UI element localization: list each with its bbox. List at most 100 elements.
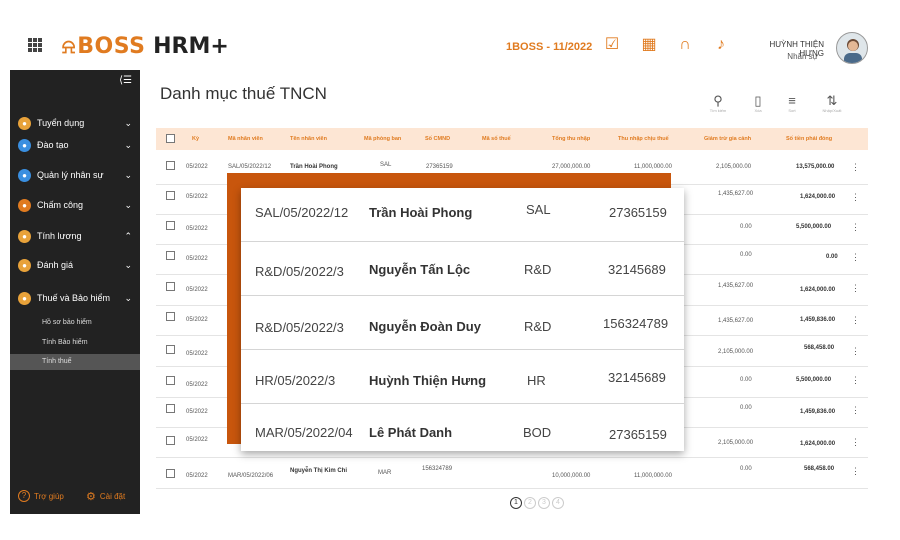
column-header[interactable]: Số tiền phải đóng (786, 136, 832, 142)
popup-id-number: 27365159 (609, 427, 667, 442)
column-header[interactable]: Mã nhân viên (228, 136, 263, 142)
cell-total-income: 10,000,000.00 (552, 473, 591, 479)
column-header[interactable]: Tổng thu nhập (552, 136, 590, 142)
popup-employee-code: HR/05/2022/3 (255, 373, 336, 388)
table-row[interactable]: 05/2022 MAR/05/2022/06 Nguyễn Thị Kim Ch… (156, 459, 868, 489)
sidebar-subitem-tinh-bao-hiem[interactable]: Tính Bảo hiểm (10, 335, 140, 351)
column-header[interactable]: Số CMND (425, 136, 450, 142)
column-header[interactable]: Mã phòng ban (364, 136, 401, 142)
collapse-sidebar-icon[interactable]: ⟨☰ (119, 75, 132, 86)
cell-deduction: 0.00 (740, 405, 752, 411)
calendar-icon[interactable]: ▦ (640, 36, 658, 54)
row-checkbox[interactable] (166, 282, 175, 291)
sidebar-item-tinh-luong[interactable]: ● Tính lương ⌃ (10, 225, 140, 247)
popup-employee-code: MAR/05/2022/04 (255, 425, 353, 440)
settings-link[interactable]: ⚙ Cài đặt (86, 490, 125, 503)
row-checkbox[interactable] (166, 221, 175, 230)
row-menu-icon[interactable]: ⋮ (851, 192, 860, 203)
popup-department: HR (527, 373, 546, 388)
cell-taxable-income: 11,000,000.00 (634, 473, 672, 479)
cell-department: SAL (380, 162, 392, 168)
row-menu-icon[interactable]: ⋮ (851, 405, 860, 416)
user-role: Nhân sự (787, 52, 818, 61)
cell-amount-due: 568,458.00 (804, 466, 835, 472)
logo[interactable]: ⍾BOSS HRM+ (62, 34, 229, 59)
column-header[interactable]: Thu nhập chịu thuế (618, 136, 669, 142)
select-all-checkbox[interactable] (166, 134, 175, 143)
row-checkbox[interactable] (166, 312, 175, 321)
employee-lookup-popup: SAL/05/2022/12 Trần Hoài Phong SAL 27365… (241, 188, 684, 451)
cell-period: 05/2022 (186, 226, 208, 232)
page-button[interactable]: 2 (524, 497, 536, 509)
popup-row[interactable]: SAL/05/2022/12 Trần Hoài Phong SAL 27365… (241, 188, 684, 242)
sidebar-subitem-ho-so-bao-hiem[interactable]: Hồ sơ bảo hiểm (10, 315, 140, 331)
row-menu-icon[interactable]: ⋮ (851, 162, 860, 173)
cell-period: 05/2022 (186, 473, 208, 479)
popup-row[interactable]: R&D/05/2022/3 Nguyễn Đoàn Duy R&D 156324… (241, 296, 684, 350)
popup-row[interactable]: MAR/05/2022/04 Lê Phát Danh BOD 27365159 (241, 404, 684, 451)
sidebar-subitem-tinh-thue[interactable]: Tính thuế (10, 354, 140, 370)
sort-tool-button[interactable]: ≡ Sort (780, 94, 804, 114)
popup-employee-name: Lê Phát Danh (369, 425, 453, 440)
row-menu-icon[interactable]: ⋮ (851, 315, 860, 326)
sidebar-item-tuyen-dung[interactable]: ● Tuyển dụng ⌄ (10, 112, 140, 134)
avatar[interactable] (836, 32, 868, 64)
cell-deduction: 1,435,627.00 (718, 283, 754, 289)
row-menu-icon[interactable]: ⋮ (851, 437, 860, 448)
help-link[interactable]: ? Trợ giúp (18, 490, 64, 502)
row-menu-icon[interactable]: ⋮ (851, 346, 860, 357)
logo-mark-icon: ⍾ (62, 34, 76, 58)
column-header[interactable]: Giảm trừ gia cảnh (704, 136, 751, 142)
row-checkbox[interactable] (166, 469, 175, 478)
row-checkbox[interactable] (166, 345, 175, 354)
cell-amount-due: 5,500,000.00 (796, 377, 832, 383)
bell-icon[interactable]: ♪ (712, 36, 730, 54)
row-checkbox[interactable] (166, 436, 175, 445)
sidebar-item-cham-cong[interactable]: ● Chấm công ⌄ (10, 194, 140, 216)
hr-icon: ● (18, 168, 31, 182)
popup-employee-code: R&D/05/2022/3 (255, 264, 344, 279)
sidebar-item-dao-tao[interactable]: ● Đào tạo ⌄ (10, 134, 140, 156)
column-header[interactable]: Kỳ (192, 136, 199, 142)
row-checkbox[interactable] (166, 191, 175, 200)
page-button[interactable]: 3 (538, 497, 550, 509)
row-checkbox[interactable] (166, 251, 175, 260)
popup-row[interactable]: HR/05/2022/3 Huỳnh Thiện Hưng HR 3214568… (241, 350, 684, 404)
popup-row[interactable]: R&D/05/2022/3 Nguyễn Tấn Lộc R&D 3214568… (241, 242, 684, 296)
delete-tool-button[interactable]: ▯ Xóa (746, 94, 770, 114)
row-menu-icon[interactable]: ⋮ (851, 466, 860, 477)
sidebar-item-label: Thuế và Bảo hiểm (37, 293, 111, 303)
cell-amount-due: 1,624,000.00 (800, 287, 836, 293)
page-button[interactable]: 1 (510, 497, 522, 509)
period-selector[interactable]: 1BOSS - 11/2022 (506, 41, 592, 53)
logo-text: BOSS (77, 34, 146, 59)
sidebar-item-quan-ly-nhan-su[interactable]: ● Quản lý nhân sự ⌄ (10, 164, 140, 186)
row-checkbox[interactable] (166, 404, 175, 413)
cell-period: 05/2022 (186, 351, 208, 357)
cell-period: 05/2022 (186, 409, 208, 415)
sidebar-item-danh-gia[interactable]: ● Đánh giá ⌄ (10, 254, 140, 276)
headset-icon[interactable]: ∩ (676, 36, 694, 54)
import-export-tool-button[interactable]: ⇅ Nhập/Xuất (820, 94, 844, 114)
row-menu-icon[interactable]: ⋮ (851, 375, 860, 386)
row-menu-icon[interactable]: ⋮ (851, 283, 860, 294)
sidebar-item-thue-bao-hiem[interactable]: ● Thuế và Bảo hiểm ⌄ (10, 287, 140, 309)
cell-period: 05/2022 (186, 194, 208, 200)
row-checkbox[interactable] (166, 376, 175, 385)
row-checkbox[interactable] (166, 161, 175, 170)
top-bar: ⍾BOSS HRM+ 1BOSS - 11/2022 ☑ ▦ ∩ ♪ HUỲNH… (0, 0, 900, 70)
page-button[interactable]: 4 (552, 497, 564, 509)
timekeeping-icon: ● (18, 198, 31, 212)
checklist-icon[interactable]: ☑ (603, 36, 621, 54)
cell-employee-name: Nguyễn Thị Kim Chi (290, 468, 347, 474)
cell-id-number: 27365159 (426, 164, 453, 170)
row-menu-icon[interactable]: ⋮ (851, 252, 860, 263)
search-tool-button[interactable]: ⚲ Tìm kiếm (706, 94, 730, 114)
app-grid-icon[interactable] (28, 38, 42, 52)
tax-insurance-icon: ● (18, 291, 31, 305)
cell-deduction: 0.00 (740, 377, 752, 383)
column-header[interactable]: Tên nhân viên (290, 136, 327, 142)
column-header[interactable]: Mã số thuế (482, 136, 511, 142)
popup-employee-name: Nguyễn Đoàn Duy (369, 319, 481, 334)
row-menu-icon[interactable]: ⋮ (851, 222, 860, 233)
